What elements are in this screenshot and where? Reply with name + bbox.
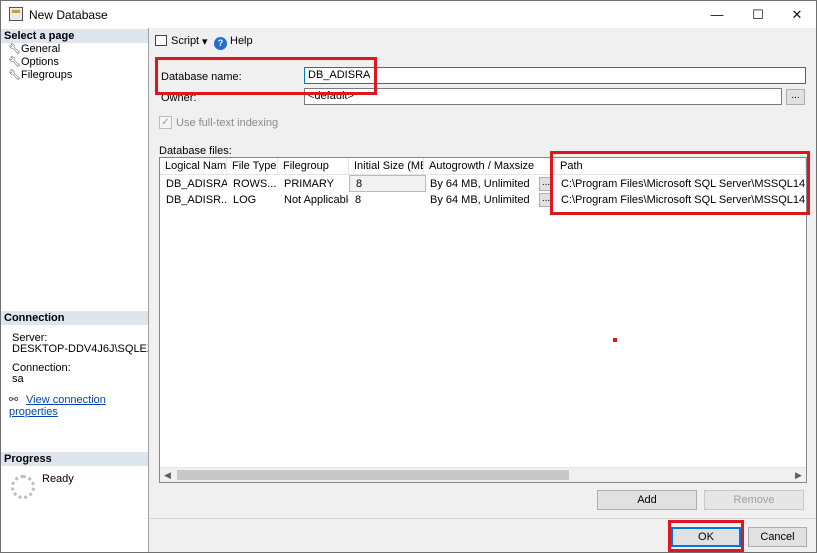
- close-button[interactable]: ✕: [777, 1, 817, 28]
- connection-properties-icon: ⚯: [9, 394, 19, 406]
- table-row-1-file-type[interactable]: ROWS...: [227, 176, 278, 192]
- table-row-2-logical-name[interactable]: DB_ADISR...: [160, 192, 227, 208]
- help-button[interactable]: ? Help: [214, 35, 253, 50]
- minimize-button[interactable]: —: [697, 1, 737, 28]
- new-database-dialog: New Database — ☐ ✕ Select a page 🔧︎Gener…: [0, 0, 817, 553]
- window-title: New Database: [29, 8, 108, 22]
- table-row-1-path[interactable]: C:\Program Files\Microsoft SQL Server\MS…: [555, 176, 806, 192]
- sidebar-item-filegroups[interactable]: 🔧︎Filegroups: [8, 69, 72, 82]
- column-header-autogrowth[interactable]: Autogrowth / Maxsize: [424, 158, 555, 175]
- sidebar-item-options[interactable]: 🔧︎Options: [8, 56, 59, 69]
- connection-header: Connection: [1, 311, 148, 325]
- progress-header: Progress: [1, 452, 148, 466]
- maximize-button[interactable]: ☐: [738, 1, 778, 28]
- database-files-grid[interactable]: Logical Name File Type Filegroup Initial…: [159, 157, 807, 483]
- toolbar: Script ▾ ? Help: [150, 28, 816, 55]
- server-value: DESKTOP-DDV4J6J\SQLEXPRE: [12, 343, 148, 355]
- help-icon: ?: [214, 37, 227, 50]
- fulltext-label: Use full-text indexing: [176, 117, 279, 129]
- title-bar[interactable]: New Database — ☐ ✕: [1, 1, 816, 28]
- owner-input[interactable]: <default>: [304, 88, 782, 105]
- sidebar-item-general[interactable]: 🔧︎General: [8, 43, 60, 56]
- sidebar-item-label: Options: [21, 56, 59, 68]
- add-button[interactable]: Add: [597, 490, 697, 510]
- progress-spinner-icon: [11, 475, 35, 499]
- sidebar: Select a page 🔧︎General 🔧︎Options 🔧︎File…: [1, 28, 149, 552]
- table-row-1-initial-size[interactable]: 8: [349, 175, 426, 192]
- database-name-input[interactable]: DB_ADISRA: [304, 67, 806, 84]
- table-row-2-file-type[interactable]: LOG: [227, 192, 278, 208]
- cancel-button[interactable]: Cancel: [748, 527, 807, 547]
- database-icon: [9, 7, 23, 21]
- table-row-2-autogrowth[interactable]: By 64 MB, Unlimited: [424, 192, 535, 208]
- scroll-thumb[interactable]: [177, 470, 569, 480]
- annotation-dot: [613, 338, 617, 342]
- progress-status: Ready: [42, 473, 74, 485]
- fulltext-checkbox[interactable]: ✓: [159, 116, 172, 129]
- wrench-icon: 🔧︎: [8, 57, 21, 68]
- table-row-1-autogrowth-button[interactable]: ...: [539, 177, 553, 191]
- select-page-header: Select a page: [1, 29, 148, 43]
- wrench-icon: 🔧︎: [8, 44, 21, 55]
- script-button[interactable]: Script: [155, 35, 199, 47]
- column-header-logical-name[interactable]: Logical Name: [160, 158, 227, 175]
- table-row-2-path[interactable]: C:\Program Files\Microsoft SQL Server\MS…: [555, 192, 806, 208]
- column-header-path[interactable]: Path: [555, 158, 806, 175]
- script-label: Script: [171, 35, 200, 47]
- help-label: Help: [230, 35, 253, 47]
- owner-browse-button[interactable]: ...: [786, 89, 805, 105]
- table-row-1-logical-name[interactable]: DB_ADISRA: [160, 176, 227, 192]
- remove-button[interactable]: Remove: [704, 490, 804, 510]
- table-row-1-filegroup[interactable]: PRIMARY: [278, 176, 349, 192]
- connection-value: sa: [12, 373, 24, 385]
- ok-button[interactable]: OK: [671, 527, 741, 547]
- footer-divider: [150, 518, 816, 519]
- scroll-left-icon[interactable]: ◀: [160, 468, 175, 482]
- database-name-label: Database name:: [161, 71, 242, 83]
- table-row-2-filegroup[interactable]: Not Applicable: [278, 192, 349, 208]
- database-files-label: Database files:: [159, 145, 232, 157]
- sidebar-item-label: Filegroups: [21, 69, 73, 81]
- horizontal-scrollbar[interactable]: ◀ ▶: [160, 467, 806, 482]
- main-panel: Script ▾ ? Help Database name: DB_ADISRA …: [150, 28, 816, 518]
- scroll-right-icon[interactable]: ▶: [791, 468, 806, 482]
- view-connection-row: ⚯ View connection properties: [9, 393, 148, 418]
- owner-label: Owner:: [161, 92, 197, 104]
- script-dropdown-icon[interactable]: ▾: [202, 35, 208, 48]
- column-header-filegroup[interactable]: Filegroup: [278, 158, 349, 175]
- wrench-icon: 🔧︎: [8, 70, 21, 81]
- view-connection-properties-link[interactable]: View connection properties: [9, 394, 106, 418]
- sidebar-item-label: General: [21, 43, 61, 55]
- table-row-1-autogrowth[interactable]: By 64 MB, Unlimited: [424, 176, 535, 192]
- table-row-2-autogrowth-button[interactable]: ...: [539, 193, 553, 207]
- script-icon: [155, 35, 167, 46]
- table-row-2-initial-size[interactable]: 8: [349, 192, 424, 208]
- column-header-file-type[interactable]: File Type: [227, 158, 278, 175]
- column-header-initial-size[interactable]: Initial Size (MB): [349, 158, 424, 175]
